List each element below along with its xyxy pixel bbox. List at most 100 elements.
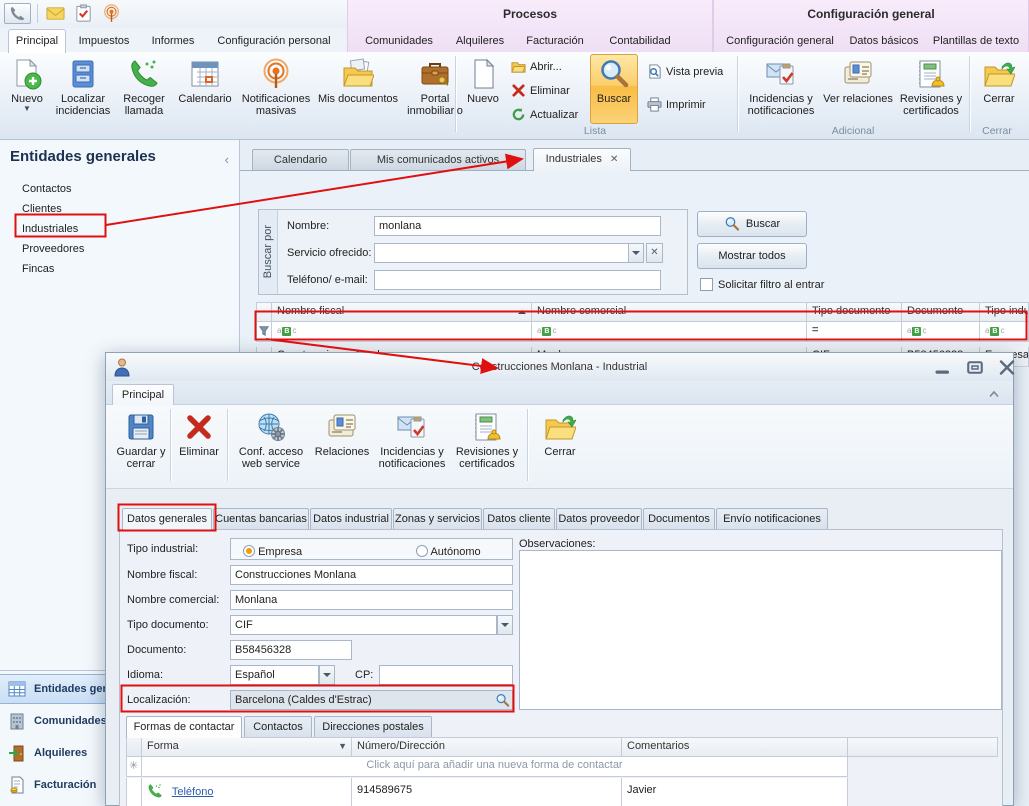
ribbon-tab-plantillas[interactable]: Plantillas de texto (926, 31, 1026, 51)
mis-documentos-button[interactable]: Mis documentos (316, 54, 400, 124)
localizar-incidencias-button[interactable]: Localizar incidencias (52, 54, 114, 124)
incidencias-dialog-button[interactable]: Incidencias y notificaciones (375, 407, 449, 477)
filter-nombre-comercial[interactable]: aBc (532, 322, 807, 342)
ribbon-tab-alquileres[interactable]: Alquileres (448, 31, 512, 51)
radio-empresa[interactable]: Empresa (243, 543, 302, 560)
doc-tab-industriales[interactable]: Industriales✕ (533, 148, 631, 171)
sidebar-item-proveedores[interactable]: Proveedores (22, 240, 84, 258)
conf-acceso-web-button[interactable]: Conf. acceso web service (233, 407, 309, 477)
lookup-icon[interactable] (495, 693, 510, 708)
ribbon-tab-facturacion[interactable]: Facturación (518, 31, 592, 51)
idioma-combo[interactable]: Español (230, 665, 319, 685)
calendario-button[interactable]: Calendario (174, 54, 236, 124)
incidencias-notificaciones-button[interactable]: Incidencias y notificaciones (742, 54, 820, 124)
dialog-tab-principal[interactable]: Principal (112, 384, 174, 405)
form-tab-datos-proveedor[interactable]: Datos proveedor (556, 508, 642, 529)
form-tab-zonas-servicios[interactable]: Zonas y servicios (393, 508, 482, 529)
telefono-input[interactable] (374, 270, 661, 290)
nombre-fiscal-input[interactable]: Construcciones Monlana (230, 565, 513, 585)
sidebar-collapse-icon[interactable]: ‹ (225, 152, 229, 167)
cerrar-button[interactable]: Cerrar (972, 54, 1026, 124)
ribbon-tab-configuracion-general[interactable]: Configuración general (722, 31, 838, 51)
filter-tipo-industrial[interactable]: aBc (980, 322, 1029, 342)
servicio-input[interactable] (374, 243, 629, 263)
form-tab-datos-cliente[interactable]: Datos cliente (483, 508, 555, 529)
portal-inmobiliario-button[interactable]: Portal inmobiliario (402, 54, 468, 124)
tipo-documento-combo[interactable]: CIF (230, 615, 497, 635)
contact-tab-direcciones[interactable]: Direcciones postales (314, 716, 432, 737)
imprimir-button[interactable]: Imprimir (644, 94, 742, 115)
nombre-comercial-input[interactable]: Monlana (230, 590, 513, 610)
ribbon-tab-informes[interactable]: Informes (142, 30, 204, 52)
minimize-icon[interactable] (932, 360, 954, 375)
radio-autonomo[interactable]: Autónomo (416, 543, 481, 560)
telefono-link[interactable]: Teléfono (172, 786, 214, 798)
cerrar-dialog-button[interactable]: Cerrar (533, 407, 587, 477)
broadcast-icon[interactable] (102, 4, 121, 23)
ribbon-tab-contabilidad[interactable]: Contabilidad (598, 31, 682, 51)
documento-input[interactable]: B58456328 (230, 640, 352, 660)
sidebar-item-fincas[interactable]: Fincas (22, 260, 54, 278)
buscar-search-button[interactable]: Buscar (697, 211, 807, 237)
contact-col-comentarios[interactable]: Comentarios (622, 737, 848, 757)
vista-previa-button[interactable]: Vista previa (644, 61, 742, 82)
filter-nombre-fiscal[interactable]: aBc (272, 322, 532, 342)
column-dropdown-icon[interactable]: ▼ (338, 741, 347, 751)
guardar-cerrar-button[interactable]: Guardar y cerrar (114, 407, 168, 477)
relaciones-button[interactable]: Relaciones (311, 407, 373, 477)
col-nombre-comercial[interactable]: Nombre comercial (532, 302, 807, 322)
mostrar-todos-button[interactable]: Mostrar todos (697, 243, 807, 269)
observaciones-textarea[interactable] (519, 550, 1002, 710)
revisiones-dialog-button[interactable]: Revisiones y certificados (451, 407, 523, 477)
servicio-dropdown-button[interactable] (628, 243, 644, 263)
eliminar-button[interactable]: Eliminar (508, 80, 588, 101)
sidebar-item-industriales[interactable]: Industriales (22, 220, 78, 238)
doc-tab-calendario[interactable]: Calendario (252, 149, 349, 170)
contact-cell-comentarios[interactable]: Javier (622, 778, 848, 806)
idioma-dropdown-button[interactable] (319, 665, 335, 685)
close-icon[interactable] (996, 360, 1018, 375)
doc-tab-comunicados[interactable]: Mis comunicados activos (350, 149, 526, 170)
ribbon-tab-impuestos[interactable]: Impuestos (70, 30, 138, 52)
form-tab-envio-notificaciones[interactable]: Envío notificaciones (716, 508, 828, 529)
ribbon-tab-comunidades[interactable]: Comunidades (356, 31, 442, 51)
quick-phone-button[interactable] (4, 3, 31, 24)
ver-relaciones-button[interactable]: Ver relaciones (822, 54, 894, 124)
col-tipo-industrial[interactable]: Tipo indust (980, 302, 1029, 322)
sidebar-item-clientes[interactable]: Clientes (22, 200, 62, 218)
new-row-cell[interactable]: Click aquí para añadir una nueva forma d… (142, 757, 848, 777)
nuevo-lista-button[interactable]: Nuevo (460, 54, 506, 124)
tipo-documento-dropdown-button[interactable] (497, 615, 513, 635)
sidebar-item-contactos[interactable]: Contactos (22, 180, 72, 198)
col-nombre-fiscal[interactable]: Nombre fiscal (272, 302, 532, 322)
buscar-button[interactable]: Buscar (590, 54, 638, 124)
localizacion-input[interactable]: Barcelona (Caldes d'Estrac) (230, 690, 513, 710)
contact-cell-forma[interactable]: Teléfono (142, 778, 352, 806)
solicitar-filtro-checkbox[interactable] (700, 278, 713, 291)
notificaciones-masivas-button[interactable]: Notificaciones masivas (238, 54, 314, 124)
col-tipo-documento[interactable]: Tipo documento (807, 302, 902, 322)
nombre-input[interactable]: monlana (374, 216, 661, 236)
chevron-up-icon[interactable] (988, 390, 1000, 398)
restore-icon[interactable] (964, 360, 986, 375)
dialog-titlebar[interactable]: Construcciones Monlana - Industrial (106, 353, 1013, 382)
contact-col-numero[interactable]: Número/Dirección (352, 737, 622, 757)
filter-documento[interactable]: aBc (902, 322, 980, 342)
filter-tipo-documento[interactable]: = (807, 322, 902, 342)
form-tab-datos-generales[interactable]: Datos generales (122, 508, 212, 530)
form-tab-cuentas-bancarias[interactable]: Cuentas bancarias (213, 508, 309, 529)
contact-tab-formas[interactable]: Formas de contactar (126, 716, 242, 738)
tasks-icon[interactable] (74, 4, 93, 23)
nuevo-button[interactable]: Nuevo▼ (4, 54, 50, 124)
abrir-button[interactable]: Abrir... (508, 56, 588, 77)
revisiones-certificados-button[interactable]: Revisiones y certificados (894, 54, 968, 124)
contact-col-forma[interactable]: Forma▼ (142, 737, 352, 757)
ribbon-tab-datos-basicos[interactable]: Datos básicos (844, 31, 924, 51)
ribbon-tab-config-personal[interactable]: Configuración personal (208, 30, 340, 52)
form-tab-datos-industrial[interactable]: Datos industrial (310, 508, 392, 529)
actualizar-button[interactable]: Actualizar (508, 104, 592, 125)
servicio-clear-button[interactable]: ✕ (646, 243, 663, 263)
contact-cell-numero[interactable]: 914589675 (352, 778, 622, 806)
contact-tab-contactos[interactable]: Contactos (244, 716, 312, 737)
col-documento[interactable]: Documento (902, 302, 980, 322)
